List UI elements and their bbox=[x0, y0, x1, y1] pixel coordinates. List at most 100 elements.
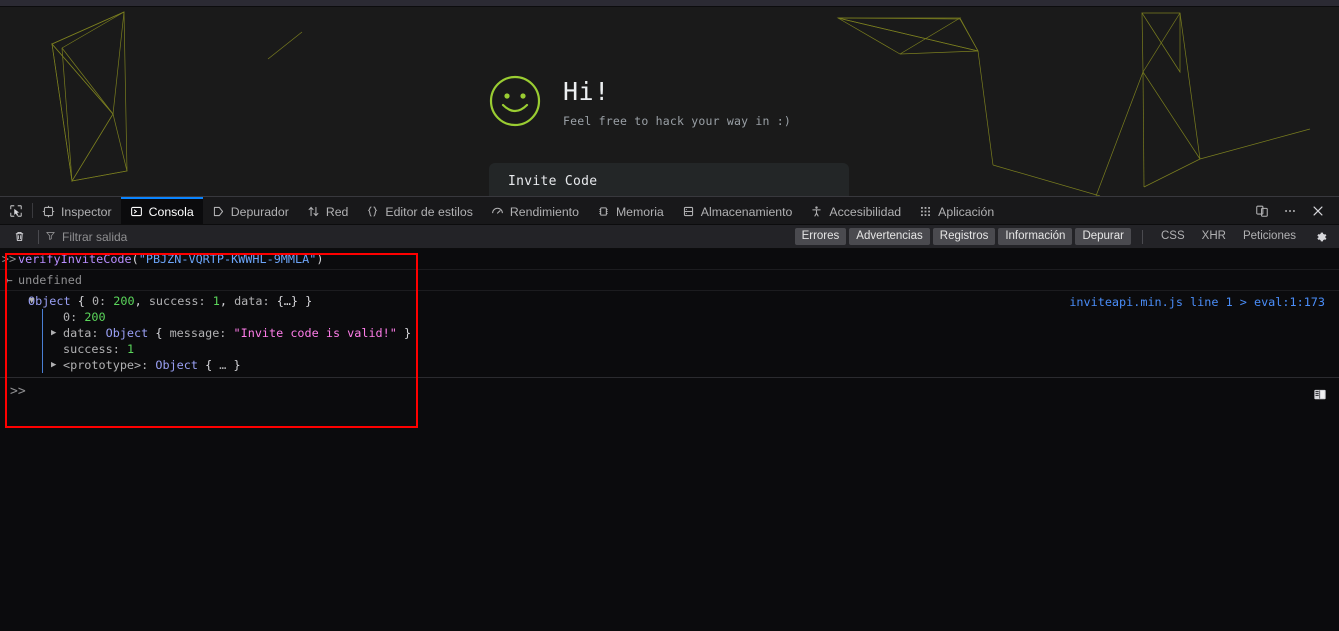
object-property-data[interactable]: ▶ data: Object { message: "Invite code is… bbox=[51, 325, 1339, 341]
nested-open-brace: { bbox=[155, 326, 163, 340]
network-icon bbox=[307, 205, 320, 218]
console-input-row[interactable]: >> bbox=[0, 377, 1339, 429]
nested-key: message: bbox=[169, 326, 227, 340]
browser-chrome-strip bbox=[0, 0, 1339, 7]
summary-value-2: {…} bbox=[276, 294, 299, 308]
toolbar-right-group bbox=[1249, 197, 1339, 224]
entry-argument: "PBJZN-VQRTP-KWWHL-9MMLA" bbox=[138, 252, 317, 266]
tab-style-editor[interactable]: Editor de estilos bbox=[357, 197, 482, 224]
property-key: <prototype>: bbox=[63, 358, 149, 372]
split-editor-icon[interactable] bbox=[1309, 384, 1331, 404]
entry-open-paren: ( bbox=[131, 252, 139, 266]
proto-open-brace: { bbox=[205, 358, 213, 372]
twisty-collapsed-icon[interactable]: ▶ bbox=[51, 357, 56, 373]
console-command-input[interactable] bbox=[22, 378, 1339, 429]
console-input-entry[interactable]: >> verifyInviteCode("PBJZN-VQRTP-KWWHL-9M… bbox=[0, 249, 1339, 270]
storage-icon bbox=[682, 205, 695, 218]
console-return-entry[interactable]: ← undefined bbox=[0, 270, 1339, 291]
gear-icon[interactable] bbox=[1309, 230, 1333, 244]
object-close-brace: } bbox=[305, 294, 313, 308]
object-property-0[interactable]: 0: 200 bbox=[53, 309, 1339, 325]
filter-input[interactable]: Filtrar salida bbox=[45, 228, 265, 246]
page-title: Hi! bbox=[563, 77, 610, 106]
responsive-design-mode-icon[interactable] bbox=[1249, 198, 1275, 224]
prompt-chevron-icon: >> bbox=[10, 384, 26, 399]
tab-label: Memoria bbox=[615, 204, 664, 219]
filter-divider-2 bbox=[1142, 229, 1143, 244]
property-key: 0: bbox=[63, 310, 78, 324]
summary-comma-1: , bbox=[219, 294, 227, 308]
tab-label: Consola bbox=[148, 204, 194, 219]
tab-debugger[interactable]: Depurador bbox=[203, 197, 298, 224]
property-key: success: bbox=[63, 342, 120, 356]
summary-comma-0: , bbox=[134, 294, 142, 308]
filter-depurar[interactable]: Depurar bbox=[1075, 228, 1131, 245]
close-icon[interactable] bbox=[1305, 198, 1331, 224]
property-key: data: bbox=[63, 326, 99, 340]
tab-storage[interactable]: Almacenamiento bbox=[673, 197, 802, 224]
filter-advertencias[interactable]: Advertencias bbox=[849, 228, 930, 245]
page-hero: Hi! Feel free to hack your way in :) bbox=[489, 69, 791, 128]
invite-code-label: Invite Code bbox=[508, 174, 598, 189]
input-chevron-icon: >> bbox=[1, 252, 17, 266]
page-viewport: Hi! Feel free to hack your way in :) Inv… bbox=[0, 7, 1339, 196]
tab-memory[interactable]: Memoria bbox=[588, 197, 673, 224]
proto-ellipsis: … bbox=[219, 358, 227, 372]
tab-inspector[interactable]: Inspector bbox=[33, 197, 121, 224]
performance-icon bbox=[491, 205, 504, 218]
filter-placeholder: Filtrar salida bbox=[62, 229, 128, 244]
proto-object-label: Object bbox=[155, 358, 198, 372]
summary-key-2: data: bbox=[234, 294, 270, 308]
debugger-icon bbox=[212, 205, 225, 218]
trash-icon[interactable] bbox=[6, 230, 32, 243]
smiley-face-icon bbox=[489, 75, 541, 127]
application-icon bbox=[919, 205, 932, 218]
nested-object-label: Object bbox=[105, 326, 149, 340]
accessibility-icon bbox=[810, 205, 823, 218]
funnel-icon bbox=[45, 228, 56, 246]
property-value: 1 bbox=[126, 342, 135, 356]
element-picker-icon[interactable] bbox=[0, 197, 32, 224]
tab-label: Red bbox=[325, 204, 349, 219]
entry-function-name: verifyInviteCode bbox=[18, 252, 132, 266]
console-filter-bar: Filtrar salida Errores Advertencias Regi… bbox=[0, 225, 1339, 249]
filter-registros[interactable]: Registros bbox=[932, 228, 996, 245]
summary-value-0: 200 bbox=[113, 294, 135, 308]
twisty-collapsed-icon[interactable]: ▶ bbox=[51, 325, 56, 341]
return-value: undefined bbox=[18, 273, 82, 287]
filter-peticiones[interactable]: Peticiones bbox=[1236, 228, 1303, 245]
tab-performance[interactable]: Rendimiento bbox=[482, 197, 588, 224]
memory-icon bbox=[597, 205, 610, 218]
tab-console[interactable]: Consola bbox=[120, 197, 203, 224]
filter-toggle-group: Errores Advertencias Registros Informaci… bbox=[794, 228, 1303, 245]
meatball-menu-icon[interactable] bbox=[1277, 198, 1303, 224]
devtools-tab-bar: Inspector Consola Depurador Red Editor d… bbox=[33, 197, 1003, 224]
tab-accessibility[interactable]: Accesibilidad bbox=[801, 197, 910, 224]
twisty-expanded-icon[interactable]: ▼ bbox=[29, 293, 34, 309]
nested-string-value: "Invite code is valid!" bbox=[233, 326, 397, 340]
tab-label: Rendimiento bbox=[509, 204, 579, 219]
filter-errores[interactable]: Errores bbox=[794, 228, 847, 245]
devtools-toolbar: Inspector Consola Depurador Red Editor d… bbox=[0, 197, 1339, 225]
source-location-link[interactable]: inviteapi.min.js line 1 > eval:1:173 bbox=[1069, 295, 1325, 309]
object-children-list: 0: 200 ▶ data: Object { message: "Invite … bbox=[42, 309, 1339, 373]
console-icon bbox=[130, 205, 143, 218]
summary-key-0: 0: bbox=[91, 294, 107, 308]
tab-label: Editor de estilos bbox=[385, 204, 473, 219]
tab-network[interactable]: Red bbox=[298, 197, 358, 224]
filter-css[interactable]: CSS bbox=[1154, 228, 1192, 245]
filter-divider bbox=[38, 229, 39, 244]
object-property-prototype[interactable]: ▶ <prototype>: Object { … } bbox=[51, 357, 1339, 373]
console-output: >> verifyInviteCode("PBJZN-VQRTP-KWWHL-9M… bbox=[0, 249, 1339, 377]
invite-code-card: Invite Code bbox=[489, 163, 849, 196]
nested-close-brace: } bbox=[403, 326, 412, 340]
tab-application[interactable]: Aplicación bbox=[910, 197, 1003, 224]
inspector-icon bbox=[42, 205, 55, 218]
filter-xhr[interactable]: XHR bbox=[1195, 228, 1233, 245]
page-subtitle: Feel free to hack your way in :) bbox=[563, 113, 791, 128]
entry-close-paren: ) bbox=[316, 252, 324, 266]
filter-informacion[interactable]: Información bbox=[998, 228, 1073, 245]
proto-close-brace: } bbox=[233, 358, 241, 372]
object-property-success[interactable]: success: 1 bbox=[53, 341, 1339, 357]
summary-key-1: success: bbox=[148, 294, 206, 308]
